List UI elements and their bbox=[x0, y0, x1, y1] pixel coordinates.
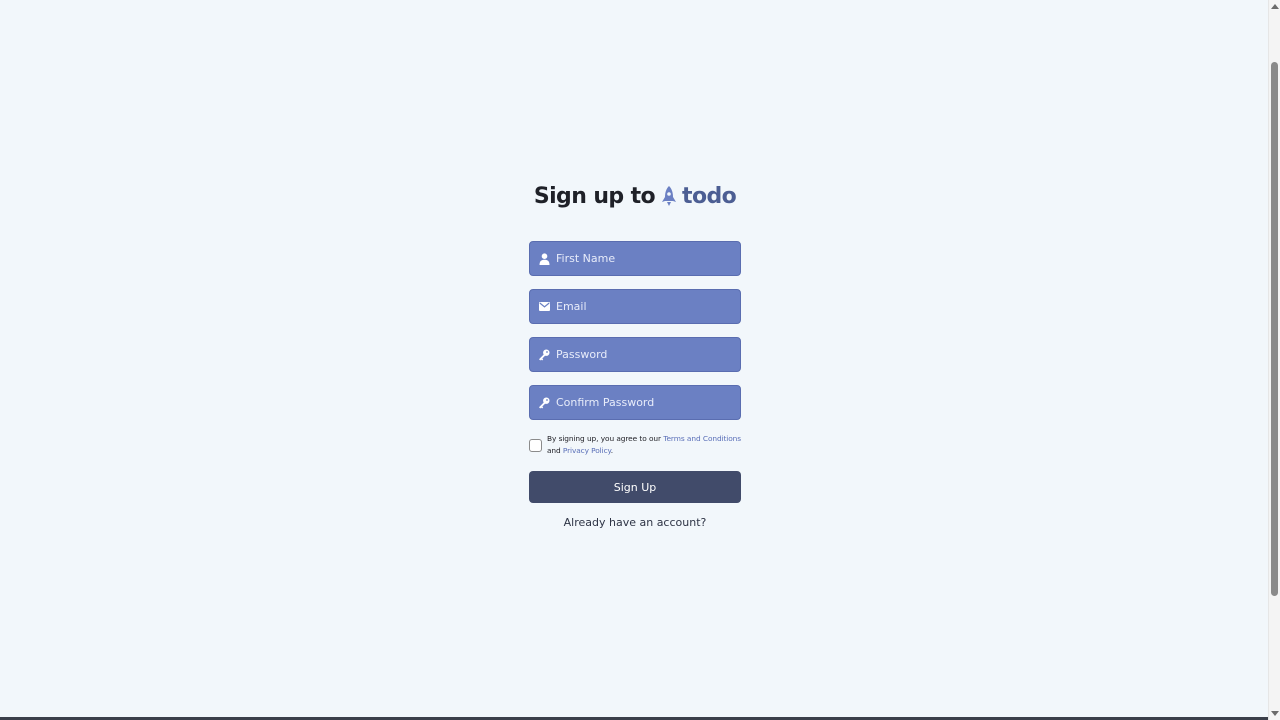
terms-link[interactable]: Terms and Conditions bbox=[663, 434, 741, 443]
terms-text-between: and bbox=[547, 446, 561, 455]
password-field[interactable] bbox=[529, 337, 741, 372]
terms-text-after: . bbox=[610, 446, 614, 455]
scroll-up-icon[interactable] bbox=[1271, 4, 1279, 9]
envelope-icon bbox=[537, 300, 551, 314]
rocket-icon bbox=[661, 185, 677, 207]
sign-up-button[interactable]: Sign Up bbox=[529, 471, 741, 503]
page-title: Sign up to todo bbox=[527, 176, 743, 216]
terms-text: By signing up, you agree to our Terms an… bbox=[547, 433, 741, 457]
email-input[interactable] bbox=[556, 290, 740, 323]
brand-name: todo bbox=[682, 183, 737, 209]
password-input[interactable] bbox=[556, 338, 740, 371]
key-icon bbox=[537, 396, 551, 410]
first-name-input[interactable] bbox=[556, 242, 740, 275]
signup-page: Sign up to todo First Name Email By sign… bbox=[0, 0, 1280, 720]
confirm-password-field[interactable] bbox=[529, 385, 741, 420]
title-prefix: Sign up to bbox=[533, 183, 656, 209]
terms-text-before: By signing up, you agree to our bbox=[547, 434, 661, 443]
login-link[interactable]: Already have an account? bbox=[529, 516, 741, 529]
user-icon bbox=[537, 252, 551, 266]
vertical-scrollbar[interactable] bbox=[1268, 0, 1280, 720]
scroll-down-icon[interactable] bbox=[1271, 711, 1279, 716]
key-icon bbox=[537, 348, 551, 362]
terms-agreement: By signing up, you agree to our Terms an… bbox=[529, 433, 741, 459]
first-name-field[interactable] bbox=[529, 241, 741, 276]
confirm-password-input[interactable] bbox=[556, 386, 740, 419]
email-field[interactable] bbox=[529, 289, 741, 324]
privacy-link[interactable]: Privacy Policy bbox=[563, 446, 611, 455]
scrollbar-thumb[interactable] bbox=[1271, 62, 1278, 596]
terms-checkbox[interactable] bbox=[529, 439, 542, 452]
